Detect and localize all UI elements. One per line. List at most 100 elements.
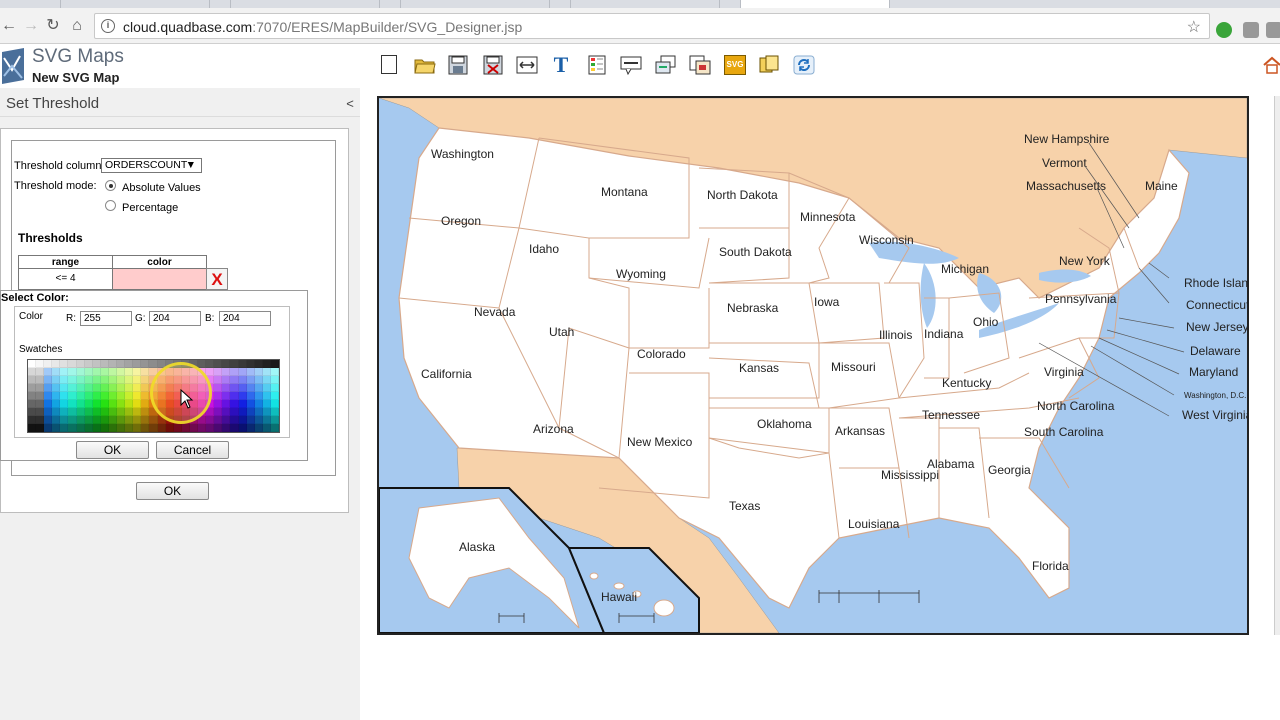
back-icon[interactable]: ←	[0, 17, 18, 35]
color-swatch[interactable]	[92, 360, 101, 368]
color-swatch[interactable]	[133, 392, 142, 400]
color-swatch[interactable]	[238, 360, 247, 368]
color-swatch[interactable]	[28, 392, 37, 400]
state-label[interactable]: Pennsylvania	[1045, 292, 1117, 306]
absolute-values-radio[interactable]	[105, 180, 116, 191]
color-swatch[interactable]	[254, 424, 263, 432]
reload-icon[interactable]: ↻	[44, 17, 62, 35]
color-swatch[interactable]	[133, 408, 142, 416]
color-swatch[interactable]	[100, 384, 109, 392]
color-swatch[interactable]	[44, 376, 53, 384]
color-swatch[interactable]	[173, 424, 182, 432]
color-swatch[interactable]	[68, 392, 77, 400]
color-swatch[interactable]	[68, 408, 77, 416]
state-label[interactable]: West Virginia	[1182, 408, 1247, 422]
color-swatch[interactable]	[125, 384, 134, 392]
color-swatch[interactable]	[141, 368, 150, 376]
color-swatch[interactable]	[84, 408, 93, 416]
range-cell[interactable]: <= 4	[18, 268, 113, 290]
color-swatch[interactable]	[230, 368, 239, 376]
info-icon[interactable]: i	[101, 19, 115, 33]
color-swatch[interactable]	[92, 384, 101, 392]
color-swatch[interactable]	[108, 376, 118, 384]
scroll-edge[interactable]	[1274, 96, 1280, 635]
threshold-column-select[interactable]: ORDERSCOUNT ▼	[101, 158, 202, 173]
color-swatch[interactable]	[141, 376, 150, 384]
color-swatch[interactable]	[76, 400, 85, 408]
color-swatch[interactable]	[262, 408, 271, 416]
color-swatch[interactable]	[92, 376, 101, 384]
state-label[interactable]: Maryland	[1189, 365, 1238, 379]
state-label[interactable]: Connecticut	[1186, 298, 1247, 312]
color-swatch[interactable]	[141, 392, 150, 400]
state-label[interactable]: Washington	[431, 147, 494, 161]
color-swatch[interactable]	[76, 408, 85, 416]
color-swatch[interactable]	[262, 392, 271, 400]
color-swatch[interactable]	[84, 384, 93, 392]
state-label[interactable]: Hawaii	[601, 590, 637, 604]
color-swatch[interactable]	[254, 400, 263, 408]
color-swatch[interactable]	[222, 392, 231, 400]
text-icon[interactable]: T	[550, 54, 572, 76]
color-swatch[interactable]	[262, 360, 271, 368]
color-swatch[interactable]	[117, 384, 126, 392]
color-swatch[interactable]	[44, 392, 53, 400]
color-swatch[interactable]	[52, 392, 61, 400]
color-swatch[interactable]	[28, 424, 37, 432]
color-swatch[interactable]	[141, 416, 150, 424]
color-swatch[interactable]	[125, 392, 134, 400]
color-swatch[interactable]	[254, 376, 263, 384]
color-swatch[interactable]	[254, 408, 263, 416]
color-swatch[interactable]	[108, 384, 118, 392]
color-swatch[interactable]	[246, 376, 255, 384]
color-swatch[interactable]	[36, 368, 45, 376]
state-label[interactable]: Kansas	[739, 361, 779, 375]
color-swatch[interactable]	[76, 384, 85, 392]
state-label[interactable]: New Jersey	[1186, 320, 1247, 334]
color-swatch[interactable]	[230, 400, 239, 408]
browser-tab[interactable]	[400, 0, 550, 8]
color-swatch[interactable]	[254, 392, 263, 400]
color-swatch[interactable]	[270, 384, 279, 392]
color-swatch[interactable]	[68, 384, 77, 392]
color-swatch[interactable]	[238, 416, 247, 424]
color-swatch[interactable]	[52, 416, 61, 424]
color-swatch[interactable]	[230, 376, 239, 384]
star-icon[interactable]: ☆	[1187, 17, 1201, 37]
address-bar[interactable]: i cloud.quadbase.com:7070/ERES/MapBuilde…	[94, 13, 1210, 39]
color-swatch[interactable]	[100, 376, 109, 384]
state-label[interactable]: Oklahoma	[757, 417, 812, 431]
color-swatch[interactable]	[108, 400, 118, 408]
color-swatch[interactable]	[36, 384, 45, 392]
svg-export-icon[interactable]: SVG	[724, 55, 746, 75]
color-swatch[interactable]	[84, 392, 93, 400]
state-label[interactable]: Florida	[1032, 559, 1069, 573]
color-swatch[interactable]	[125, 424, 134, 432]
color-swatch[interactable]	[141, 424, 150, 432]
color-swatch[interactable]	[108, 392, 118, 400]
color-swatch[interactable]	[60, 384, 69, 392]
color-swatch[interactable]	[68, 416, 77, 424]
color-swatch[interactable]	[92, 400, 101, 408]
color-swatch[interactable]	[262, 424, 271, 432]
color-swatch[interactable]	[270, 400, 279, 408]
color-swatch[interactable]	[141, 360, 150, 368]
color-swatch[interactable]	[246, 416, 255, 424]
state-label[interactable]: Wisconsin	[859, 233, 914, 247]
color-swatch[interactable]	[60, 360, 69, 368]
state-label[interactable]: Kentucky	[942, 376, 991, 390]
state-label[interactable]: Iowa	[814, 295, 840, 309]
state-label[interactable]: New Hampshire	[1024, 132, 1110, 146]
color-swatch[interactable]	[36, 392, 45, 400]
color-swatch[interactable]	[133, 368, 142, 376]
color-swatch[interactable]	[222, 360, 231, 368]
color-swatch[interactable]	[246, 392, 255, 400]
color-swatch[interactable]	[92, 392, 101, 400]
color-swatch[interactable]	[165, 424, 174, 432]
layers-icon[interactable]	[655, 55, 677, 75]
color-swatch[interactable]	[230, 424, 239, 432]
color-swatch[interactable]	[238, 392, 247, 400]
color-swatch[interactable]	[270, 360, 279, 368]
state-label[interactable]: Illinois	[879, 328, 912, 342]
browser-tab[interactable]	[230, 0, 380, 8]
